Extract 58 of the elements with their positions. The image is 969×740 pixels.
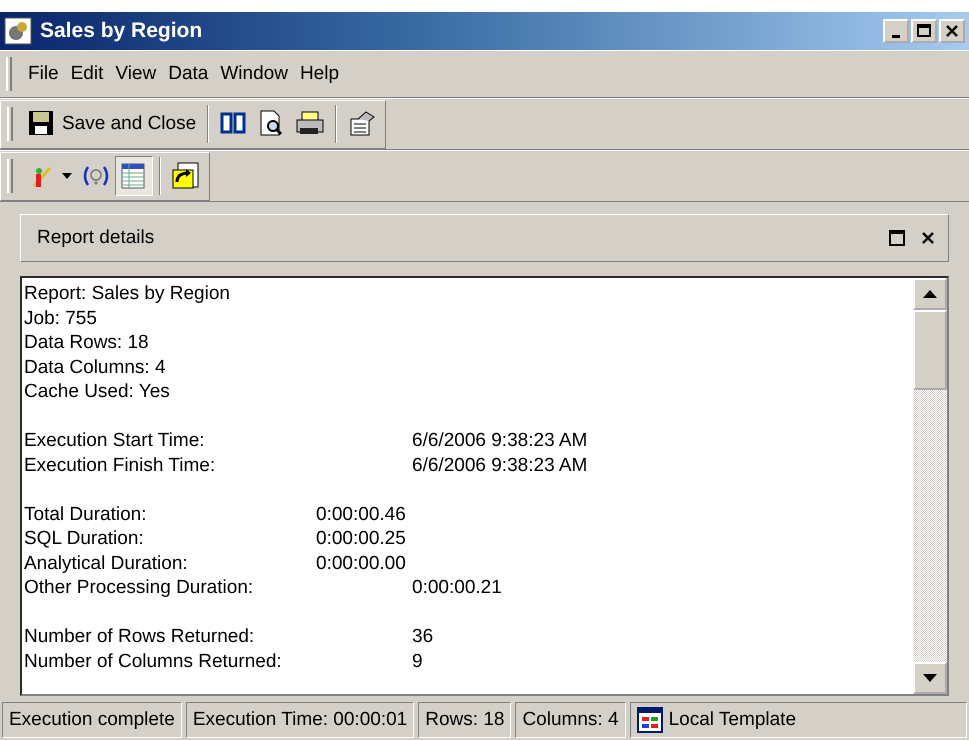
save-and-close-button[interactable]: Save and Close (23, 104, 202, 144)
toolbar-grip[interactable] (7, 159, 13, 193)
report-label: Data Rows: 18 (24, 331, 149, 355)
report-value: 9 (412, 650, 423, 674)
report-value: 0:00:00.46 (316, 502, 406, 526)
scrollbar-thumb[interactable] (913, 310, 947, 390)
menu-item[interactable]: Window (214, 60, 294, 88)
menu-item[interactable]: File (22, 60, 65, 88)
template-icon (636, 707, 663, 733)
report-label: Report: Sales by Region (24, 282, 230, 306)
app-icon (4, 17, 32, 45)
toolbar-button[interactable] (115, 156, 153, 196)
report-value: 0:00:00.21 (412, 576, 502, 600)
minimize-button[interactable] (883, 19, 909, 43)
close-icon (945, 24, 959, 38)
report-label: Execution Start Time: (24, 429, 206, 453)
vertical-scrollbar[interactable] (913, 278, 947, 694)
close-button[interactable] (939, 19, 965, 43)
status-panel: Execution Time: 00:00:01 (186, 702, 414, 738)
menu-item[interactable]: Help (294, 60, 346, 88)
window-title: Sales by Region (40, 18, 204, 44)
report-label: Cache Used: Yes (24, 380, 170, 404)
export-icon (172, 162, 200, 190)
status-panel: Rows: 18 (418, 702, 512, 738)
toolbar-grip[interactable] (6, 57, 12, 91)
scroll-up-button[interactable] (913, 278, 947, 310)
maximize-icon (916, 23, 932, 39)
report-label: Execution Finish Time: (24, 454, 216, 478)
scroll-down-button[interactable] (913, 662, 947, 694)
up-arrow-icon (923, 290, 937, 298)
caret-icon (62, 173, 72, 179)
report-value: 6/6/2006 9:38:23 AM (412, 429, 588, 453)
panel-title: Report details (37, 226, 156, 250)
restore-icon[interactable] (888, 229, 906, 247)
report-value: 36 (412, 625, 434, 649)
status-panel: Local Template (630, 702, 967, 738)
report-label: Number of Columns Returned: (24, 650, 283, 674)
report-label: Other Processing Duration: (24, 576, 254, 600)
close-icon[interactable] (920, 230, 936, 246)
status-panel: Columns: 4 (515, 702, 626, 738)
toolbar-grip[interactable] (7, 107, 13, 141)
minimize-icon (892, 34, 900, 38)
properties-icon (348, 110, 376, 138)
menu-item[interactable]: View (109, 60, 162, 88)
report-value: 0:00:00.00 (316, 552, 406, 576)
maximize-button[interactable] (911, 19, 937, 43)
report-label: Total Duration: (24, 502, 148, 526)
report-value: 6/6/2006 9:38:23 AM (412, 454, 588, 478)
report-label: Data Columns: 4 (24, 356, 166, 380)
report-label: Job: 755 (24, 306, 97, 330)
report-label: Number of Rows Returned: (24, 625, 256, 649)
menu-item[interactable]: Data (162, 60, 214, 88)
menu-item[interactable]: Edit (64, 60, 110, 88)
status-panel: Execution complete (2, 702, 182, 738)
report-label: SQL Duration: (24, 527, 145, 551)
down-arrow-icon (923, 674, 937, 682)
report-label: Analytical Duration: (24, 552, 189, 576)
report-value: 0:00:00.25 (316, 527, 406, 551)
